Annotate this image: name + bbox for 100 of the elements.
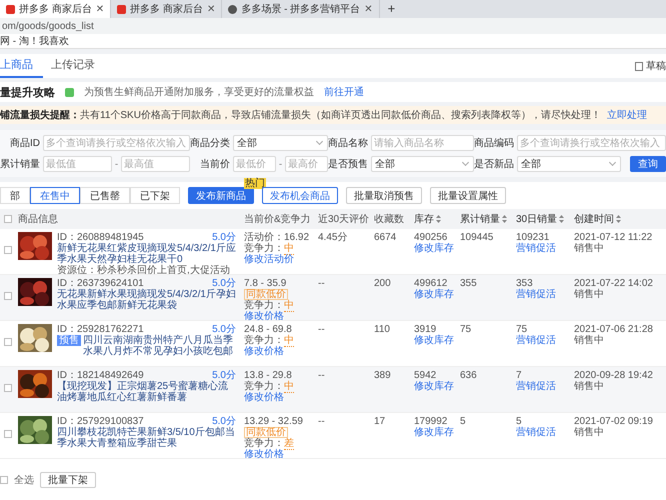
status-text: 销售中 bbox=[574, 381, 605, 392]
edit-price-link[interactable]: 修改价格 bbox=[244, 392, 284, 403]
sales-30-cell-text: 75 bbox=[516, 324, 528, 335]
action-button[interactable]: 发布新商品 bbox=[188, 187, 254, 204]
product-score: 5.0分 bbox=[212, 232, 236, 243]
service-icon bbox=[65, 88, 74, 96]
column-header: 近30天评价 bbox=[314, 209, 370, 229]
column-header: 当前价&竞争力 bbox=[240, 209, 314, 229]
page-tab[interactable]: 上传记录 bbox=[51, 54, 105, 78]
banner-text: 为预售生鲜商品开通附加服务，享受更好的流量权益 bbox=[84, 86, 314, 99]
new-tab-button[interactable]: + bbox=[380, 0, 404, 18]
stock-cell-text: 5942 bbox=[414, 370, 436, 381]
column-header[interactable]: 创建时间 bbox=[570, 209, 666, 229]
column-header[interactable]: 库存 bbox=[410, 209, 456, 229]
filter-label: 商品ID bbox=[9, 136, 40, 150]
price-text: 13.8 - 29.8 bbox=[244, 370, 292, 381]
product-score: 5.0分 bbox=[212, 370, 236, 381]
promote-link[interactable]: 营销促活 bbox=[516, 381, 556, 392]
action-button[interactable]: 批量设置属性 bbox=[430, 187, 506, 204]
document-icon bbox=[635, 62, 643, 70]
checkbox[interactable] bbox=[4, 292, 12, 300]
action-button[interactable]: 批量取消预售 bbox=[346, 187, 422, 204]
select-field[interactable]: 全部 bbox=[517, 156, 621, 172]
stock-cell-text: 179992 bbox=[414, 416, 448, 427]
select-field[interactable]: 全部 bbox=[371, 156, 474, 172]
competition-value: 中 bbox=[284, 335, 294, 347]
checkbox[interactable] bbox=[4, 246, 12, 254]
browser-tab[interactable]: 拼多多 商家后台 ✕ bbox=[0, 0, 112, 18]
checkbox[interactable] bbox=[4, 215, 12, 223]
rating-cell-text: -- bbox=[318, 278, 326, 289]
close-icon[interactable]: ✕ bbox=[364, 4, 373, 14]
status-tab[interactable]: 已下架 bbox=[130, 187, 180, 204]
input-field[interactable]: 多个查询请换行或空格依次输入 bbox=[517, 135, 666, 151]
close-icon[interactable]: ✕ bbox=[96, 4, 104, 14]
query-button[interactable]: 查询 bbox=[630, 156, 666, 172]
price-text: 13.29 - 32.59 bbox=[244, 416, 303, 427]
edit-stock-link[interactable]: 修改库存 bbox=[414, 335, 454, 346]
product-score: 5.0分 bbox=[212, 278, 236, 289]
status-tab[interactable]: 部 bbox=[0, 187, 30, 204]
sort-icon[interactable] bbox=[616, 215, 621, 223]
promote-link[interactable]: 营销促活 bbox=[516, 243, 556, 254]
status-tab[interactable]: 已售罄 bbox=[80, 187, 130, 204]
sort-icon[interactable] bbox=[436, 215, 441, 223]
sort-icon[interactable] bbox=[559, 215, 564, 223]
edit-stock-link[interactable]: 修改库存 bbox=[414, 289, 454, 300]
input-field[interactable]: 最高价 bbox=[285, 156, 328, 172]
sort-icon[interactable] bbox=[502, 215, 507, 223]
product-title[interactable]: 新鲜无花果红紫皮现摘现发5/4/3/2/1斤应季水果天然孕妇桂无花果干0 bbox=[57, 243, 236, 265]
edit-stock-link[interactable]: 修改库存 bbox=[414, 243, 454, 254]
competition-value: 中 bbox=[284, 300, 294, 312]
address-bar[interactable]: om/goods/goods_list bbox=[2, 20, 94, 32]
checkbox[interactable] bbox=[4, 430, 12, 438]
select-field[interactable]: 全部 bbox=[233, 135, 328, 151]
promote-link[interactable]: 营销促活 bbox=[516, 427, 556, 438]
promote-link[interactable]: 营销促活 bbox=[516, 335, 556, 346]
input-field[interactable]: 请输入商品名称 bbox=[371, 135, 474, 151]
low-price-tag: 同款低价 bbox=[244, 427, 288, 438]
rating-cell-text: -- bbox=[318, 416, 326, 427]
competition-value: 中 bbox=[284, 381, 294, 393]
checkbox[interactable] bbox=[4, 338, 12, 346]
product-title[interactable]: 四川云南湖南贵州特产八月瓜当季水果八月炸不常见孕妇小孩吃包邮 bbox=[83, 335, 236, 357]
checkbox[interactable] bbox=[0, 476, 8, 484]
sales-30-cell-text: 5 bbox=[516, 416, 522, 427]
sales-30-cell-text: 7 bbox=[516, 370, 522, 381]
status-tab[interactable]: 在售中 bbox=[30, 187, 80, 204]
competition-label: 竞争力： bbox=[244, 438, 284, 449]
page-tab[interactable]: 上商品 bbox=[0, 54, 43, 78]
input-field[interactable]: 多个查询请换行或空格依次输入 bbox=[43, 135, 190, 151]
input-field[interactable]: 最低值 bbox=[43, 156, 112, 172]
product-score: 5.0分 bbox=[212, 416, 236, 427]
sales-30-cell-text: 353 bbox=[516, 278, 534, 289]
edit-price-link[interactable]: 修改价格 bbox=[244, 346, 284, 357]
range-dash: - bbox=[278, 158, 282, 170]
site-icon bbox=[6, 4, 15, 14]
notice-link[interactable]: 立即处理 bbox=[606, 108, 647, 122]
action-button[interactable]: 发布机会商品 bbox=[262, 187, 338, 204]
favorites-cell-text: 110 bbox=[374, 324, 391, 335]
bulk-delist-button[interactable]: 批量下架 bbox=[40, 472, 96, 488]
created-cell-text: 2021-07-06 21:28 bbox=[574, 324, 654, 335]
product-id: ID：260889481945 bbox=[57, 232, 144, 243]
sales-cell-text: 636 bbox=[460, 370, 478, 381]
edit-stock-link[interactable]: 修改库存 bbox=[414, 381, 454, 392]
checkbox[interactable] bbox=[4, 384, 12, 392]
column-header[interactable]: 30日销量 bbox=[512, 209, 570, 229]
product-title[interactable]: 【现挖现发】正宗烟薯25号蜜薯糖心流油烤薯地瓜红心红薯新鲜番薯 bbox=[57, 381, 236, 403]
product-title[interactable]: 四川攀枝花凯特芒果新鲜3/5/10斤包邮当季水果大青整箱应季甜芒果 bbox=[57, 427, 236, 449]
bookmark[interactable]: 网 - 淘！我喜欢 bbox=[0, 34, 69, 48]
product-title[interactable]: 无花果新鲜水果现摘现发5/4/3/2/1斤孕妇水果应季包邮新鲜无花果袋 bbox=[57, 289, 236, 311]
promote-link[interactable]: 营销促活 bbox=[516, 289, 556, 300]
drafts-link[interactable]: 草稿 bbox=[646, 59, 666, 73]
product-id: ID：263739624101 bbox=[57, 278, 144, 289]
stock-cell-text: 3919 bbox=[414, 324, 436, 335]
column-header[interactable]: 累计销量 bbox=[456, 209, 512, 229]
input-field[interactable]: 最低价 bbox=[233, 156, 276, 172]
edit-stock-link[interactable]: 修改库存 bbox=[414, 427, 454, 438]
status-text: 销售中 bbox=[574, 335, 605, 346]
close-icon[interactable]: ✕ bbox=[206, 4, 216, 14]
banner-link[interactable]: 前往开通 bbox=[324, 85, 364, 99]
input-field[interactable]: 最高值 bbox=[121, 156, 190, 172]
edit-price-link[interactable]: 修改活动价 bbox=[244, 254, 294, 265]
